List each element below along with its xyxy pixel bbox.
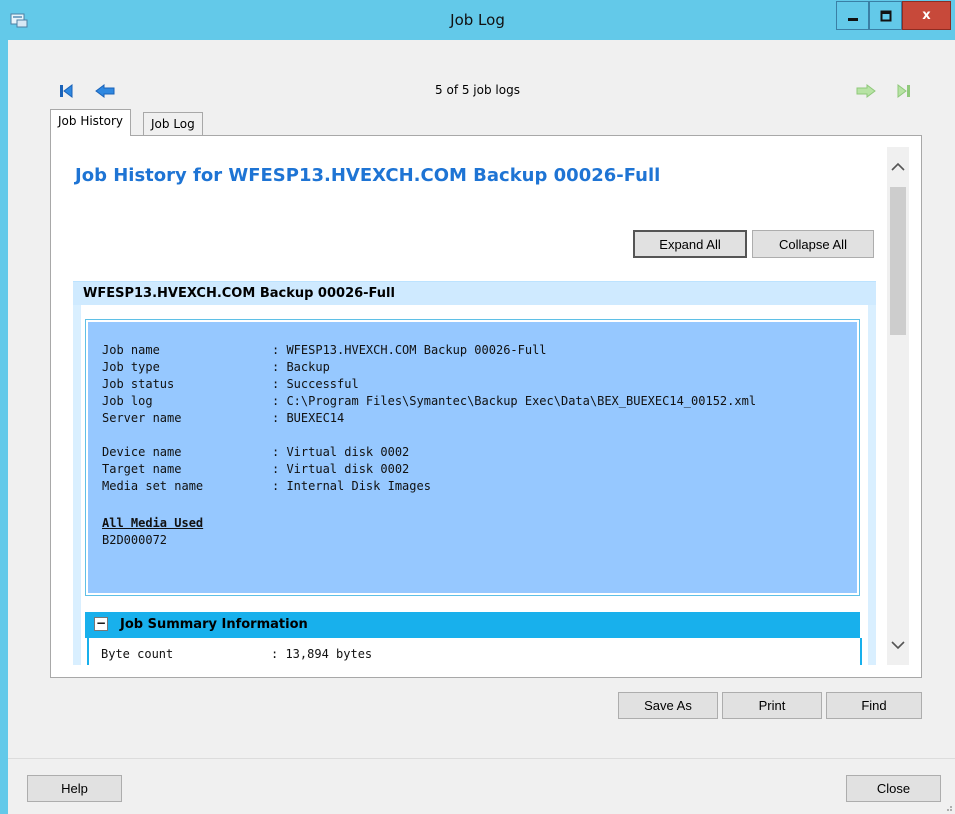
detail-value: : Backup: [272, 360, 330, 374]
title-bar: Job Log x: [0, 0, 955, 40]
tab-job-log[interactable]: Job Log: [143, 112, 203, 136]
job-summary-header[interactable]: − Job Summary Information: [85, 612, 860, 638]
scroll-down-button[interactable]: [887, 625, 909, 665]
next-icon[interactable]: [855, 83, 877, 99]
job-log-counter: 5 of 5 job logs: [435, 83, 520, 97]
section-header: WFESP13.HVEXCH.COM Backup 00026-Full: [73, 281, 876, 305]
divider: [8, 758, 955, 759]
detail-key: Job status: [102, 377, 175, 391]
detail-row: Server name : BUEXEC14: [102, 410, 344, 427]
maximize-icon: [880, 10, 891, 21]
minimize-button[interactable]: [836, 1, 869, 30]
detail-key: Server name: [102, 411, 182, 425]
minimize-icon: [847, 17, 858, 21]
detail-key: Device name: [102, 445, 182, 459]
resize-grip-icon[interactable]: [943, 802, 953, 812]
detail-value: : 13,894 bytes: [271, 647, 373, 661]
detail-key: Job type: [102, 360, 160, 374]
save-as-button[interactable]: Save As: [618, 692, 718, 719]
collapse-toggle-icon[interactable]: −: [94, 617, 108, 631]
detail-row: Job log : C:\Program Files\Symantec\Backu…: [102, 393, 756, 410]
detail-row: Media set name : Internal Disk Images: [102, 478, 431, 495]
detail-value: : WFESP13.HVEXCH.COM Backup 00026-Full: [272, 343, 547, 357]
detail-row: Job type : Backup: [102, 359, 330, 376]
detail-value: : Internal Disk Images: [272, 479, 431, 493]
detail-key: Job log: [102, 394, 153, 408]
window-title: Job Log: [450, 11, 505, 29]
detail-value: : Virtual disk 0002: [272, 445, 410, 459]
detail-key: Byte count: [101, 647, 174, 661]
collapse-all-button[interactable]: Collapse All: [752, 230, 874, 258]
chevron-up-icon: [891, 162, 905, 171]
job-details-box: Job name : WFESP13.HVEXCH.COM Backup 0002…: [85, 319, 860, 596]
close-icon: x: [922, 8, 931, 23]
last-icon[interactable]: [890, 83, 912, 99]
tab-label: Job Log: [151, 117, 195, 131]
detail-key: Job name: [102, 343, 160, 357]
maximize-button[interactable]: [869, 1, 902, 30]
close-window-button[interactable]: x: [902, 1, 951, 30]
all-media-heading: All Media Used: [102, 516, 204, 530]
print-button[interactable]: Print: [722, 692, 822, 719]
close-button[interactable]: Close: [846, 775, 941, 802]
detail-value: : Virtual disk 0002: [272, 462, 410, 476]
detail-row: Byte count : 13,894 bytes: [101, 646, 372, 663]
expand-all-button[interactable]: Expand All: [633, 230, 747, 258]
detail-row: Job name : WFESP13.HVEXCH.COM Backup 0002…: [102, 342, 547, 359]
detail-row: Target name : Virtual disk 0002: [102, 461, 409, 478]
window-border: [0, 40, 8, 814]
detail-key: Target name: [102, 462, 182, 476]
find-button[interactable]: Find: [826, 692, 922, 719]
detail-value: : C:\Program Files\Symantec\Backup Exec\…: [272, 394, 757, 408]
vertical-scrollbar[interactable]: [887, 147, 909, 665]
scroll-up-button[interactable]: [887, 147, 909, 187]
detail-key: Media set name: [102, 479, 204, 493]
media-value: B2D000072: [102, 533, 168, 547]
job-summary-body: Byte count : 13,894 bytes: [87, 638, 862, 665]
tab-label: Job History: [58, 114, 124, 128]
job-history-content[interactable]: Job History for WFESP13.HVEXCH.COM Backu…: [63, 147, 886, 665]
chevron-down-icon: [891, 641, 905, 650]
detail-value: : Successful: [272, 377, 359, 391]
scroll-thumb[interactable]: [890, 187, 906, 335]
detail-row: Job status : Successful: [102, 376, 359, 393]
help-button[interactable]: Help: [27, 775, 122, 802]
summary-title: Job Summary Information: [120, 617, 308, 632]
page-title: Job History for WFESP13.HVEXCH.COM Backu…: [75, 165, 661, 186]
detail-row: Device name : Virtual disk 0002: [102, 444, 409, 461]
detail-value: : BUEXEC14: [272, 411, 345, 425]
tab-job-history[interactable]: Job History: [50, 109, 132, 136]
